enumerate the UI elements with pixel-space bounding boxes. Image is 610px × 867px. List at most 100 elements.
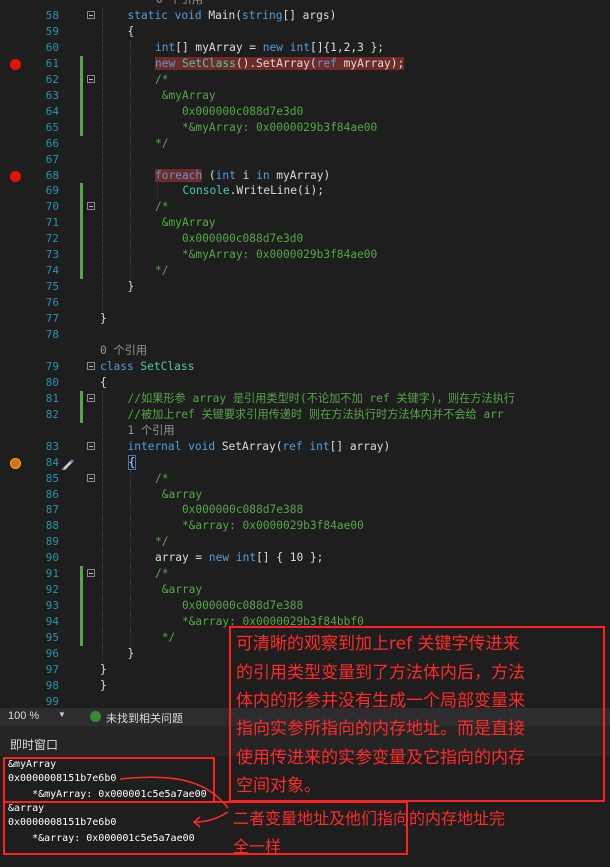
current-statement-breakpoint-icon[interactable] [10,457,21,469]
code-line[interactable]: 64 0x000000c088d7e3d0 [0,103,610,120]
code-line[interactable]: 70 /* [0,199,610,216]
code-line[interactable]: 67 [0,151,610,168]
zoom-level[interactable]: 100 % [8,710,39,722]
indent-guide [129,486,131,503]
code-line[interactable]: 63 &myArray [0,87,610,104]
line-number: 60 [45,40,59,54]
code-line[interactable]: 68 foreach (int i in myArray) [0,167,610,184]
change-marker [80,390,83,407]
code-text: 0x000000c088d7e388 [155,503,304,517]
breakpoint-icon[interactable] [10,170,21,182]
indent-guide [102,199,103,216]
code-line[interactable]: 74 */ [0,263,610,280]
code-line[interactable]: 80 { [0,375,610,391]
code-line[interactable]: 86 &array [0,486,610,503]
code-text: { [127,454,137,470]
code-text: } [127,647,135,660]
code-line[interactable]: 81 //如果形参 array 是引用类型时(不论加不加 ref 关键字)，则在方… [0,390,610,407]
code-line[interactable]: 0 个引用 [0,343,610,359]
code-line[interactable]: 92 &array [0,582,610,599]
code-line[interactable]: 88 *&array: 0x0000029b3f84ae00 [0,518,610,535]
code-text: internal void SetArray(ref int[] array) [127,439,391,453]
code-text: */ [155,264,169,278]
code-line[interactable]: 61 new SetClass().SetArray(ref myArray); [0,55,610,72]
code-line[interactable]: 84 { [0,454,610,471]
code-line[interactable]: 60 int[] myArray = new int[]{1,2,3 }; [0,39,610,56]
edit-pen-icon [62,459,74,470]
code-line[interactable]: 91 /* [0,566,610,583]
code-line[interactable]: 85 /* [0,470,610,487]
code-editor[interactable]: 0 个引用 58static void Main(string[] args)5… [0,0,610,708]
code-line[interactable]: 65 *&myArray: 0x0000029b3f84ae00 [0,119,610,136]
line-number: 59 [45,24,59,38]
code-text: 0x000000c088d7e388 [155,599,304,613]
code-line[interactable]: 62 /* [0,71,610,88]
indent-guide [129,135,131,152]
line-number: 76 [45,296,59,310]
line-number: 80 [45,375,59,389]
fold-toggle-icon[interactable] [87,11,95,19]
code-line[interactable]: 87 0x000000c088d7e388 [0,502,610,519]
code-line[interactable]: 71 &myArray [0,215,610,232]
line-number: 97 [45,662,59,676]
change-marker [80,215,83,232]
code-text: 0x000000c088d7e3d0 [155,232,304,246]
indent-guide [129,71,131,88]
indent-guide [102,103,103,120]
line-number: 83 [45,439,59,453]
indent-guide [129,614,131,631]
code-line[interactable]: 69 Console.WriteLine(i); [0,183,610,200]
indent-guide [129,151,131,168]
change-marker [80,87,83,104]
code-line[interactable]: 75} [0,279,610,296]
line-number: 79 [45,359,59,373]
fold-toggle-icon[interactable] [87,74,95,83]
code-line[interactable]: 1 个引用 [0,422,610,439]
code-line[interactable]: 93 0x000000c088d7e388 [0,598,610,615]
code-text: array = new int[] { 10 }; [155,551,324,565]
code-line[interactable]: 58 static void Main(string[] args) [0,8,610,24]
annotation-main-5: 使用传进来的实参变量及它指向的内存 [236,748,525,768]
code-text: } [100,312,107,326]
zoom-dropdown-icon[interactable]: ▼ [58,710,66,719]
indent-guide [129,502,131,519]
code-line[interactable]: 59 { [0,23,610,40]
code-line[interactable]: 89 */ [0,534,610,551]
annotation-second-1: 二者变量地址及他们指向的内存地址完 [233,809,506,828]
line-number: 99 [45,694,59,708]
indent-guide [129,550,131,567]
fold-toggle-icon[interactable] [87,202,95,211]
change-marker [80,406,83,423]
indent-guide [129,566,131,583]
code-line[interactable]: 72 0x000000c088d7e3d0 [0,231,610,248]
code-line[interactable]: 78 [0,327,610,343]
fold-toggle-icon[interactable] [87,361,95,370]
code-line[interactable]: 73 *&myArray: 0x0000029b3f84ae00 [0,247,610,264]
code-line[interactable]: 66 */ [0,135,610,152]
code-line[interactable]: 77} [0,311,610,327]
code-line[interactable]: 79 class SetClass [0,359,610,375]
code-line[interactable]: 76 [0,295,610,312]
line-number: 72 [45,232,59,246]
issues-text[interactable]: 未找到相关问题 [106,710,183,726]
fold-toggle-icon[interactable] [87,441,95,450]
breakpoint-icon[interactable] [10,58,21,70]
indent-guide [129,103,131,120]
line-number: 85 [45,471,59,485]
fold-toggle-icon[interactable] [87,393,95,402]
line-number: 84 [45,455,59,469]
code-text: */ [155,136,169,150]
code-line[interactable]: 90 array = new int[] { 10 }; [0,550,610,567]
code-line[interactable]: 82 //被加上ref 关键要求引用传递时 则在方法执行时方法体内并不会给 arr [0,406,610,423]
code-text: */ [155,631,176,645]
indent-guide [102,215,103,232]
indent-guide [129,598,131,615]
change-marker [80,582,83,599]
code-line[interactable]: 83 internal void SetArray(ref int[] array… [0,438,610,455]
code-lens-top: 0 个引用 [156,0,203,8]
fold-toggle-icon[interactable] [87,569,95,578]
immediate-window-title[interactable]: 即时窗口 [10,736,58,753]
annotation-main-3: 体内的形参并没有生成一个局部变量来 [236,691,525,711]
change-marker [80,614,83,631]
fold-toggle-icon[interactable] [87,473,95,482]
